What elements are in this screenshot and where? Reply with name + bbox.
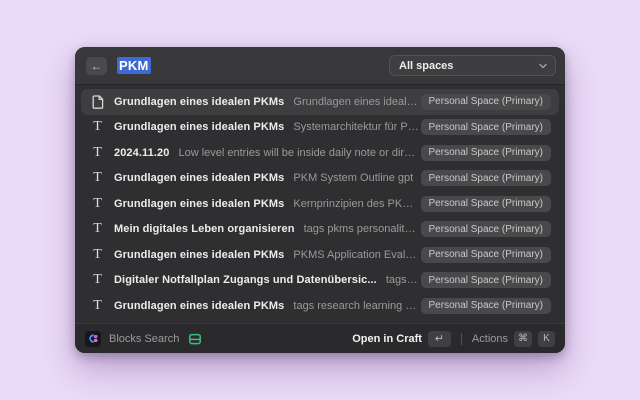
result-subtitle: PKMS Application Evaluation Checklist [293, 249, 420, 261]
result-title: Digitaler Notfallplan Zugangs und Datenü… [114, 274, 377, 286]
result-row[interactable]: T Grundlagen eines idealen PKMs PKMS App… [81, 242, 559, 268]
space-badge: Personal Space (Primary) [421, 170, 551, 186]
space-badge: Personal Space (Primary) [421, 196, 551, 212]
text-block-icon: T [93, 222, 102, 236]
text-block-icon: T [93, 197, 102, 211]
space-badge: Personal Space (Primary) [421, 272, 551, 288]
k-key-icon: K [538, 331, 555, 347]
result-title: 2024.11.20 [114, 147, 169, 159]
result-row[interactable]: T Grundlagen eines idealen PKMs Grundlag… [81, 89, 559, 115]
blocks-icon [188, 332, 202, 346]
result-subtitle: Low level entries will be inside daily n… [178, 147, 420, 159]
text-block-icon: T [93, 248, 102, 262]
text-block-icon: T [93, 299, 102, 313]
result-subtitle: Systemarchitektur für PKM [293, 121, 420, 133]
space-badge: Personal Space (Primary) [421, 221, 551, 237]
result-row[interactable]: T Grundlagen eines idealen PKMs Systemar… [81, 115, 559, 141]
result-row[interactable]: T 2024.11.20 Low level entries will be i… [81, 140, 559, 166]
search-input[interactable]: PKM [117, 58, 151, 73]
search-query-selected-text: PKM [117, 57, 151, 74]
chevron-down-icon [538, 61, 548, 71]
blocks-search-dialog: ← PKM All spaces T Grundlagen eines idea… [75, 47, 565, 353]
result-title: Mein digitales Leben organisieren [114, 223, 295, 235]
command-key-icon: ⌘ [514, 331, 532, 347]
result-row[interactable]: T Grundlagen eines idealen PKMs Kernprin… [81, 191, 559, 217]
actions-button[interactable]: Actions [472, 333, 508, 345]
result-title: Grundlagen eines idealen PKMs [114, 249, 284, 261]
result-title: Grundlagen eines idealen PKMs [114, 121, 284, 133]
back-button[interactable]: ← [86, 57, 107, 75]
craft-app-icon [85, 331, 101, 347]
space-badge: Personal Space (Primary) [421, 119, 551, 135]
footer-divider [461, 333, 462, 345]
results-list: T Grundlagen eines idealen PKMs Grundlag… [75, 85, 565, 323]
text-block-icon: T [93, 273, 102, 287]
result-title: Grundlagen eines idealen PKMs [114, 96, 284, 108]
result-row[interactable]: T Grundlagen eines idealen PKMs PKM Syst… [81, 166, 559, 192]
result-subtitle: tags life admin pkms security [386, 274, 421, 286]
result-subtitle: Kernprinzipien des PKM Systems [293, 198, 420, 210]
result-row[interactable]: T Digitaler Notfallplan Zugangs und Date… [81, 268, 559, 294]
space-badge: Personal Space (Primary) [421, 94, 551, 110]
result-subtitle: PKM System Outline gpt [293, 172, 413, 184]
search-mode-label: Blocks Search [109, 333, 179, 345]
open-in-craft-button[interactable]: Open in Craft [352, 333, 422, 345]
space-badge: Personal Space (Primary) [421, 298, 551, 314]
result-row[interactable]: T Mein digitales Leben organisieren tags… [81, 217, 559, 243]
text-block-icon: T [93, 120, 102, 134]
result-title: Grundlagen eines idealen PKMs [114, 300, 284, 312]
result-title: Grundlagen eines idealen PKMs [114, 198, 284, 210]
back-arrow-icon: ← [91, 60, 103, 72]
footer-bar: Blocks Search Open in Craft ↵ Actions ⌘ … [75, 323, 565, 353]
document-icon [92, 95, 104, 109]
result-subtitle: tags research learning pkms app dev [293, 300, 420, 312]
space-badge: Personal Space (Primary) [421, 145, 551, 161]
search-header: ← PKM All spaces [75, 47, 565, 85]
text-block-icon: T [93, 171, 102, 185]
text-block-icon: T [93, 146, 102, 160]
return-key-icon: ↵ [428, 331, 451, 347]
result-subtitle: Grundlagen eines idealen PKMs [293, 96, 420, 108]
result-title: Grundlagen eines idealen PKMs [114, 172, 284, 184]
result-subtitle: tags pkms personality admin [304, 223, 421, 235]
spaces-filter-dropdown[interactable]: All spaces [389, 55, 556, 76]
spaces-filter-label: All spaces [399, 60, 453, 72]
result-row[interactable]: T Grundlagen eines idealen PKMs tags res… [81, 293, 559, 319]
space-badge: Personal Space (Primary) [421, 247, 551, 263]
